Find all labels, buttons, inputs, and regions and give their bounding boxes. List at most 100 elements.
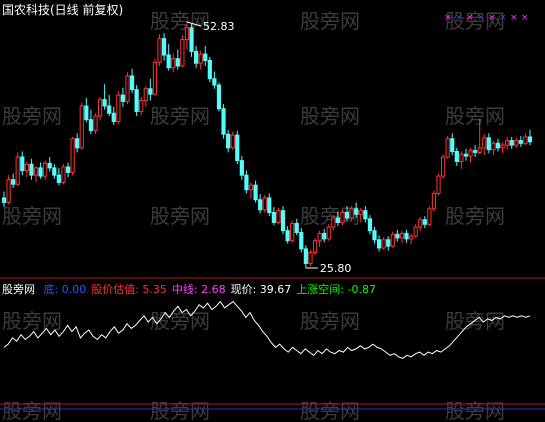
candle-body (20, 156, 25, 172)
candle-body (299, 232, 304, 250)
candle (322, 228, 327, 243)
candle (290, 220, 295, 243)
candle (47, 156, 52, 172)
candle (212, 71, 217, 89)
candle-body (372, 230, 377, 241)
watermark-text: 股旁网 (445, 104, 505, 128)
candle-body (509, 140, 514, 146)
candle (29, 158, 34, 180)
candle (331, 215, 336, 231)
candle (148, 78, 153, 101)
candle-body (463, 153, 469, 157)
candle-body (216, 84, 222, 110)
candle (340, 209, 345, 226)
candle-body (267, 197, 272, 213)
candle-body (161, 38, 167, 56)
candle (303, 245, 308, 268)
candle (143, 85, 148, 107)
candle-body (376, 239, 382, 249)
candle (79, 102, 84, 150)
candle-body (367, 218, 373, 232)
candle-body (198, 53, 203, 64)
candle (486, 133, 491, 154)
candle-body (431, 192, 437, 210)
candle-body (134, 89, 139, 112)
candle-body (102, 99, 107, 107)
candle (180, 35, 185, 68)
candle (317, 230, 322, 248)
candle-body (354, 208, 359, 215)
candle (473, 145, 478, 157)
candle (116, 91, 121, 125)
watermark-text: 股旁网 (300, 9, 360, 33)
candle-body (294, 222, 299, 234)
candle-body (194, 50, 199, 64)
indicator-item-2: 中线: 2.68 (171, 283, 226, 296)
watermark-text: 股旁网 (2, 104, 62, 128)
candle-body (500, 144, 505, 149)
indicator-item-4: 上涨空间: -0.87 (296, 283, 376, 296)
candle (175, 49, 180, 70)
candle-body (207, 59, 212, 80)
candle (171, 53, 176, 73)
candle (24, 161, 29, 177)
watermark-text: 股旁网 (150, 204, 210, 228)
candle (363, 206, 368, 223)
candle (482, 134, 487, 156)
candle-body (125, 75, 130, 102)
candle (381, 237, 386, 250)
candle-body (408, 235, 414, 240)
candle (11, 173, 16, 188)
candle-body (11, 179, 16, 185)
candle (120, 87, 126, 107)
candle (514, 137, 519, 148)
candle (216, 82, 222, 112)
watermark-text: 股旁网 (300, 309, 360, 333)
candle (404, 229, 409, 243)
signal-marker: × (477, 13, 485, 23)
candle (395, 229, 400, 242)
watermark-text: 股旁网 (150, 399, 210, 422)
candle (267, 193, 272, 217)
candle (376, 235, 382, 252)
candle (431, 190, 437, 212)
candle-body (116, 94, 121, 122)
candle-body (404, 232, 409, 240)
indicator-item-1: 股价估值: 5.35 (91, 283, 167, 296)
candle-body (184, 27, 190, 41)
candle (280, 206, 286, 235)
candle (459, 151, 464, 169)
candle-body (312, 240, 318, 254)
candle-body (52, 167, 57, 176)
candle-body (486, 137, 491, 151)
candle (386, 236, 391, 251)
signal-marker: × (444, 13, 452, 23)
candle (495, 138, 501, 152)
candle-body (468, 150, 473, 157)
candle (445, 136, 450, 159)
candle (125, 72, 130, 105)
candle (463, 148, 469, 161)
candle-body (70, 138, 75, 173)
candle (207, 56, 212, 83)
candle-body (399, 232, 405, 239)
candle (52, 164, 57, 179)
candle-body (422, 219, 427, 225)
indicator-bar: 股旁网 底: 0.00 股价估值: 5.35 中线: 2.68 现价: 39.67 上涨… (2, 281, 386, 297)
candle-body (129, 75, 135, 91)
candle-body (148, 88, 153, 95)
candle (20, 151, 25, 176)
candle (84, 97, 89, 123)
candle-body (386, 239, 391, 247)
candle (399, 230, 405, 243)
candle-body (445, 138, 450, 158)
candle-body (88, 119, 94, 132)
candle-body (75, 138, 80, 149)
candle (43, 160, 48, 180)
signal-marker: × (510, 13, 518, 23)
candle-body (143, 88, 148, 102)
candle (134, 85, 139, 117)
candle-body (454, 151, 459, 163)
candle-body (107, 105, 112, 114)
candle-body (459, 153, 464, 163)
